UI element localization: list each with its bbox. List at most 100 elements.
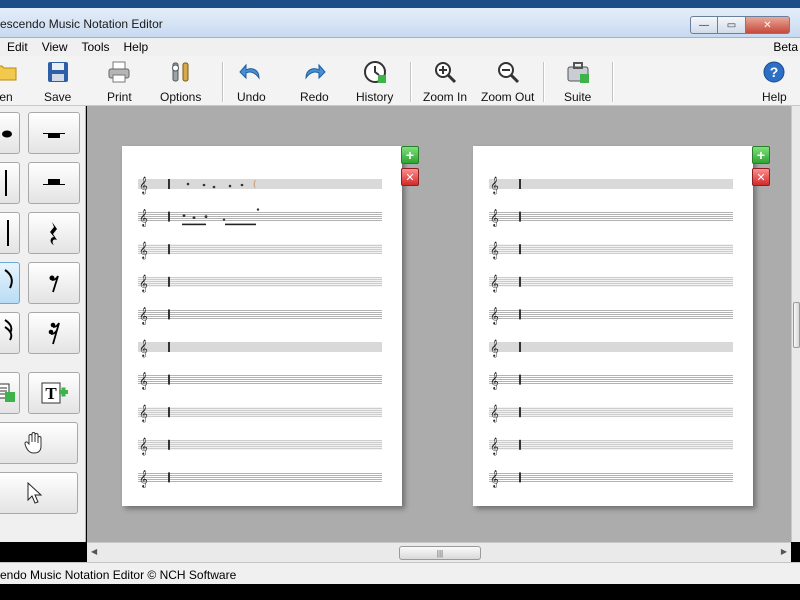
vertical-scroll-thumb[interactable]	[793, 302, 800, 348]
note-head[interactable]	[186, 182, 190, 186]
note-head[interactable]	[192, 216, 196, 219]
score-page-1[interactable]: 𝄞 𝄞 𝄞 𝄞 𝄞 𝄞 𝄞 𝄞 𝄞 𝄞 (	[122, 146, 402, 506]
staff[interactable]: 𝄞	[138, 274, 382, 292]
menu-help[interactable]: Help	[117, 40, 156, 54]
treble-clef-icon: 𝄞	[490, 176, 499, 194]
half-note-tool[interactable]	[0, 162, 20, 204]
note-head[interactable]	[202, 183, 206, 187]
note-stem-icon	[7, 220, 9, 246]
quarter-rest-tool[interactable]	[28, 212, 80, 254]
add-page-button[interactable]: +	[401, 146, 419, 164]
staff[interactable]: 𝄞	[489, 437, 733, 455]
staff[interactable]: 𝄞	[138, 404, 382, 422]
treble-clef-icon: 𝄞	[490, 241, 499, 259]
staff[interactable]: 𝄞	[489, 339, 733, 357]
staff[interactable]: 𝄞	[489, 372, 733, 390]
note-head[interactable]	[182, 214, 186, 217]
zoom-out-button[interactable]: Zoom Out	[481, 60, 534, 104]
score-page-2[interactable]: 𝄞 𝄞 𝄞 𝄞 𝄞 𝄞 𝄞 𝄞 𝄞 𝄞	[473, 146, 753, 506]
help-button[interactable]: ? Help	[762, 60, 787, 104]
note-head[interactable]	[256, 208, 260, 211]
note-beam[interactable]	[182, 223, 206, 226]
window-controls: — ▭ ✕	[690, 16, 790, 34]
close-button[interactable]: ✕	[746, 16, 790, 34]
staff[interactable]: 𝄞	[138, 469, 382, 487]
redo-button[interactable]: Redo	[300, 60, 329, 104]
clock-history-icon	[363, 60, 387, 84]
title-bar: escendo Music Notation Editor — ▭ ✕	[0, 8, 800, 38]
zoom-in-button[interactable]: Zoom In	[423, 60, 467, 104]
staff[interactable]: 𝄞	[138, 241, 382, 259]
save-button[interactable]: Save	[44, 60, 71, 104]
staff[interactable]: 𝄞	[138, 437, 382, 455]
bottom-band	[0, 584, 800, 600]
staff-systems: 𝄞 𝄞 𝄞 𝄞 𝄞 𝄞 𝄞 𝄞 𝄞 𝄞	[489, 176, 733, 487]
svg-text:?: ?	[770, 64, 779, 80]
staff[interactable]: 𝄞	[489, 241, 733, 259]
note-head[interactable]	[240, 183, 244, 187]
open-button[interactable]: en	[0, 60, 18, 104]
horizontal-scroll-thumb[interactable]: |||	[399, 546, 481, 560]
horizontal-scrollbar[interactable]: ◀ ||| ▶	[87, 542, 791, 562]
maximize-button[interactable]: ▭	[718, 16, 746, 34]
undo-arrow-icon	[239, 60, 263, 84]
sixteenth-rest-tool[interactable]	[28, 312, 80, 354]
plus-icon: +	[405, 147, 415, 163]
options-button[interactable]: Options	[160, 60, 201, 104]
staff[interactable]: 𝄞	[138, 372, 382, 390]
print-button[interactable]: Print	[107, 60, 132, 104]
note-beam[interactable]	[225, 223, 256, 226]
options-label: Options	[160, 90, 202, 104]
note-head[interactable]	[212, 185, 216, 189]
score-workspace[interactable]: 𝄞 𝄞 𝄞 𝄞 𝄞 𝄞 𝄞 𝄞 𝄞 𝄞 ( + ✕ 𝄞 𝄞 𝄞 𝄞 𝄞 𝄞 𝄞 𝄞 𝄞 𝄞 + ✕	[87, 106, 791, 542]
redo-label: Redo	[300, 90, 329, 104]
whole-note-tool[interactable]	[0, 212, 20, 254]
note-head[interactable]	[204, 215, 208, 218]
menu-edit[interactable]: Edit	[0, 40, 35, 54]
toolbar-separator	[410, 62, 411, 102]
zoom-out-label: Zoom Out	[481, 90, 535, 104]
staff[interactable]: 𝄞	[489, 306, 733, 324]
treble-clef-icon: 𝄞	[139, 372, 148, 390]
half-rest-tool[interactable]	[28, 162, 80, 204]
cursor-arrow-icon	[27, 481, 43, 504]
status-bar: endo Music Notation Editor © NCH Softwar…	[0, 562, 800, 584]
minimize-button[interactable]: —	[690, 16, 718, 34]
staff[interactable]: 𝄞	[138, 176, 382, 194]
add-text-tool[interactable]: T	[28, 372, 80, 414]
staff[interactable]: 𝄞	[489, 209, 733, 227]
vertical-scrollbar[interactable]	[791, 106, 800, 542]
eighth-note-tool[interactable]	[0, 262, 20, 304]
staff[interactable]: 𝄞	[489, 176, 733, 194]
remove-page-button[interactable]: ✕	[752, 168, 770, 186]
menu-view[interactable]: View	[35, 40, 75, 54]
folder-icon	[0, 60, 18, 84]
staff[interactable]: 𝄞	[138, 306, 382, 324]
staff[interactable]: 𝄞	[138, 339, 382, 357]
sixteenth-note-tool[interactable]	[0, 312, 20, 354]
history-button[interactable]: History	[356, 60, 393, 104]
whole-rest-tool[interactable]	[28, 112, 80, 154]
undo-button[interactable]: Undo	[237, 60, 266, 104]
quarter-note-tool[interactable]	[0, 112, 20, 154]
add-page-button[interactable]: +	[752, 146, 770, 164]
staff[interactable]: 𝄞	[489, 469, 733, 487]
remove-page-button[interactable]: ✕	[401, 168, 419, 186]
suite-button[interactable]: Suite	[564, 60, 591, 104]
staff[interactable]: 𝄞	[489, 274, 733, 292]
staff[interactable]: 𝄞	[489, 404, 733, 422]
note-head[interactable]	[222, 218, 226, 221]
treble-clef-icon: 𝄞	[490, 372, 499, 390]
eighth-rest-tool[interactable]	[28, 262, 80, 304]
pointer-tool[interactable]	[0, 472, 78, 514]
treble-clef-icon: 𝄞	[139, 469, 148, 487]
help-question-icon: ?	[762, 60, 786, 84]
scroll-left-arrow[interactable]: ◀	[91, 547, 97, 556]
menu-tools[interactable]: Tools	[74, 40, 116, 54]
staff[interactable]: 𝄞	[138, 209, 382, 227]
scroll-right-arrow[interactable]: ▶	[781, 547, 787, 556]
hand-pan-tool[interactable]	[0, 422, 78, 464]
add-staff-tool[interactable]	[0, 372, 20, 414]
note-head[interactable]	[228, 184, 232, 188]
plus-icon: +	[756, 147, 766, 163]
